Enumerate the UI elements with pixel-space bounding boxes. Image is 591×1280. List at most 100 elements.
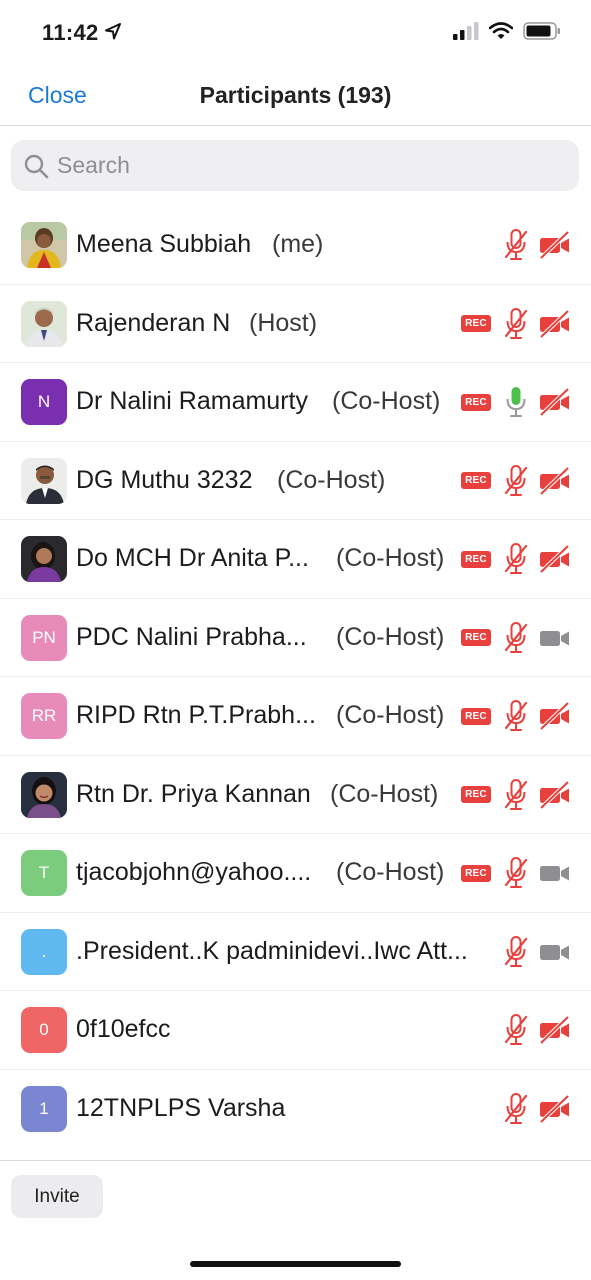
participant-status-icons: REC	[461, 542, 571, 576]
participant-row[interactable]: Rtn Dr. Priya Kannan (Co-Host) REC	[0, 756, 591, 834]
video-camera-off-icon[interactable]	[539, 545, 571, 573]
participant-name: DG Muthu 3232	[76, 465, 253, 494]
participant-name: 12TNPLPS Varsha	[76, 1093, 286, 1122]
recording-badge: REC	[461, 864, 491, 882]
microphone-muted-icon[interactable]	[503, 307, 529, 340]
participant-name: Meena Subbiah	[76, 230, 252, 258]
participant-status-icons: REC	[461, 856, 571, 890]
avatar	[21, 457, 67, 504]
avatar	[21, 300, 67, 347]
video-camera-off-icon[interactable]	[539, 702, 571, 730]
participant-row[interactable]: N Dr Nalini Ramamurty (Co-Host) REC	[0, 363, 591, 442]
video-camera-on-icon[interactable]	[539, 859, 571, 887]
avatar	[21, 222, 67, 268]
participant-status-icons: REC	[461, 464, 571, 498]
participant-row[interactable]: RR RIPD Rtn P.T.Prabh... (Co-Host) REC	[0, 677, 591, 756]
video-camera-off-icon[interactable]	[539, 231, 571, 259]
participant-row[interactable]: DG Muthu 3232 (Co-Host) REC	[0, 442, 591, 520]
search-input[interactable]	[57, 152, 537, 179]
page-title: Participants (193)	[199, 82, 392, 108]
participant-role: (Co-Host)	[332, 387, 441, 415]
participant-status-icons: REC	[461, 385, 571, 419]
participant-status-icons	[503, 228, 571, 262]
status-time: 11:42	[42, 20, 99, 45]
status-bar: 11:42	[0, 0, 591, 62]
avatar	[21, 536, 67, 582]
participant-name: Dr Nalini Ramamurty	[76, 387, 308, 415]
participant-role: (Co-Host)	[277, 465, 386, 494]
participant-status-icons: REC	[461, 621, 571, 655]
video-camera-off-icon[interactable]	[539, 466, 571, 495]
participant-status-icons: REC	[461, 307, 571, 341]
microphone-muted-icon[interactable]	[503, 1014, 529, 1046]
participant-list: Meena Subbiah (me) Rajenderan N (Host) REC N D…	[0, 206, 591, 1148]
cellular-signal-icon	[453, 22, 479, 40]
participant-name: .President..K padminidevi..Iwc Att...	[76, 936, 468, 965]
microphone-muted-icon[interactable]	[503, 621, 529, 654]
wifi-icon	[489, 22, 513, 39]
microphone-muted-icon[interactable]	[503, 543, 529, 575]
recording-badge: REC	[461, 315, 491, 332]
search-bar[interactable]	[11, 140, 579, 191]
recording-badge: REC	[461, 550, 491, 568]
participant-name: 0f10efcc	[76, 1015, 171, 1043]
participant-row[interactable]: Do MCH Dr Anita P... (Co-Host) REC	[0, 520, 591, 599]
participant-name: Do MCH Dr Anita P...	[76, 544, 309, 572]
video-camera-off-icon[interactable]	[539, 780, 571, 809]
microphone-muted-icon[interactable]	[503, 229, 529, 261]
search-icon	[24, 154, 49, 178]
microphone-muted-icon[interactable]	[503, 1092, 529, 1125]
video-camera-off-icon[interactable]	[539, 1094, 571, 1123]
video-camera-on-icon[interactable]	[539, 624, 571, 652]
recording-badge: REC	[461, 629, 491, 646]
participant-status-icons	[503, 1013, 571, 1047]
participant-row[interactable]: Rajenderan N (Host) REC	[0, 285, 591, 363]
participant-name: RIPD Rtn P.T.Prabh...	[76, 701, 316, 729]
recording-badge: REC	[461, 472, 491, 489]
avatar: T	[21, 850, 67, 896]
video-camera-off-icon[interactable]	[539, 388, 571, 416]
avatar: 1	[21, 1085, 67, 1132]
microphone-muted-icon[interactable]	[503, 700, 529, 732]
participant-name: tjacobjohn@yahoo....	[76, 858, 312, 886]
recording-badge: REC	[461, 393, 491, 411]
participant-row[interactable]: Ttjacobjohn@yahoo.... (Co-Host) REC	[0, 834, 591, 913]
microphone-muted-icon[interactable]	[503, 464, 529, 497]
participant-row[interactable]: 1 12TNPLPS Varsha	[0, 1070, 591, 1149]
microphone-muted-icon[interactable]	[503, 778, 529, 811]
battery-icon	[523, 22, 560, 40]
avatar: N	[21, 379, 67, 425]
video-camera-off-icon[interactable]	[539, 1016, 571, 1044]
invite-button[interactable]: Invite	[11, 1175, 103, 1218]
participant-status-icons	[503, 935, 571, 969]
divider	[0, 1160, 591, 1161]
participant-role: (Co-Host)	[336, 858, 445, 886]
home-indicator	[190, 1261, 401, 1267]
participant-role: (me)	[272, 230, 324, 258]
participant-role: (Host)	[249, 308, 318, 337]
participant-row[interactable]: PN PDC Nalini Prabha... (Co-Host) REC	[0, 599, 591, 677]
participant-name: Rajenderan N	[76, 308, 231, 337]
participant-status-icons: REC	[461, 778, 571, 812]
avatar: 0	[21, 1007, 67, 1053]
participant-row[interactable]: Meena Subbiah (me)	[0, 206, 591, 285]
recording-badge: REC	[461, 707, 491, 725]
participant-row[interactable]: 0 0f10efcc	[0, 991, 591, 1070]
video-camera-on-icon[interactable]	[539, 938, 571, 966]
navigation-bar: Close Participants (193)	[0, 62, 591, 126]
participant-role: (Co-Host)	[336, 701, 445, 729]
participant-status-icons: REC	[461, 699, 571, 733]
participant-row[interactable]: . .President..K padminidevi..Iwc Att...	[0, 913, 591, 991]
avatar	[21, 771, 67, 818]
microphone-on-icon[interactable]	[503, 386, 529, 418]
microphone-muted-icon[interactable]	[503, 857, 529, 889]
recording-badge: REC	[461, 786, 491, 803]
participant-name: PDC Nalini Prabha...	[76, 622, 307, 651]
participant-name: Rtn Dr. Priya Kannan	[76, 779, 311, 808]
avatar: .	[21, 928, 67, 975]
participant-role: (Co-Host)	[336, 622, 445, 651]
microphone-muted-icon[interactable]	[503, 935, 529, 968]
participant-role: (Co-Host)	[330, 779, 439, 808]
video-camera-off-icon[interactable]	[539, 309, 571, 338]
avatar: RR	[21, 693, 67, 739]
